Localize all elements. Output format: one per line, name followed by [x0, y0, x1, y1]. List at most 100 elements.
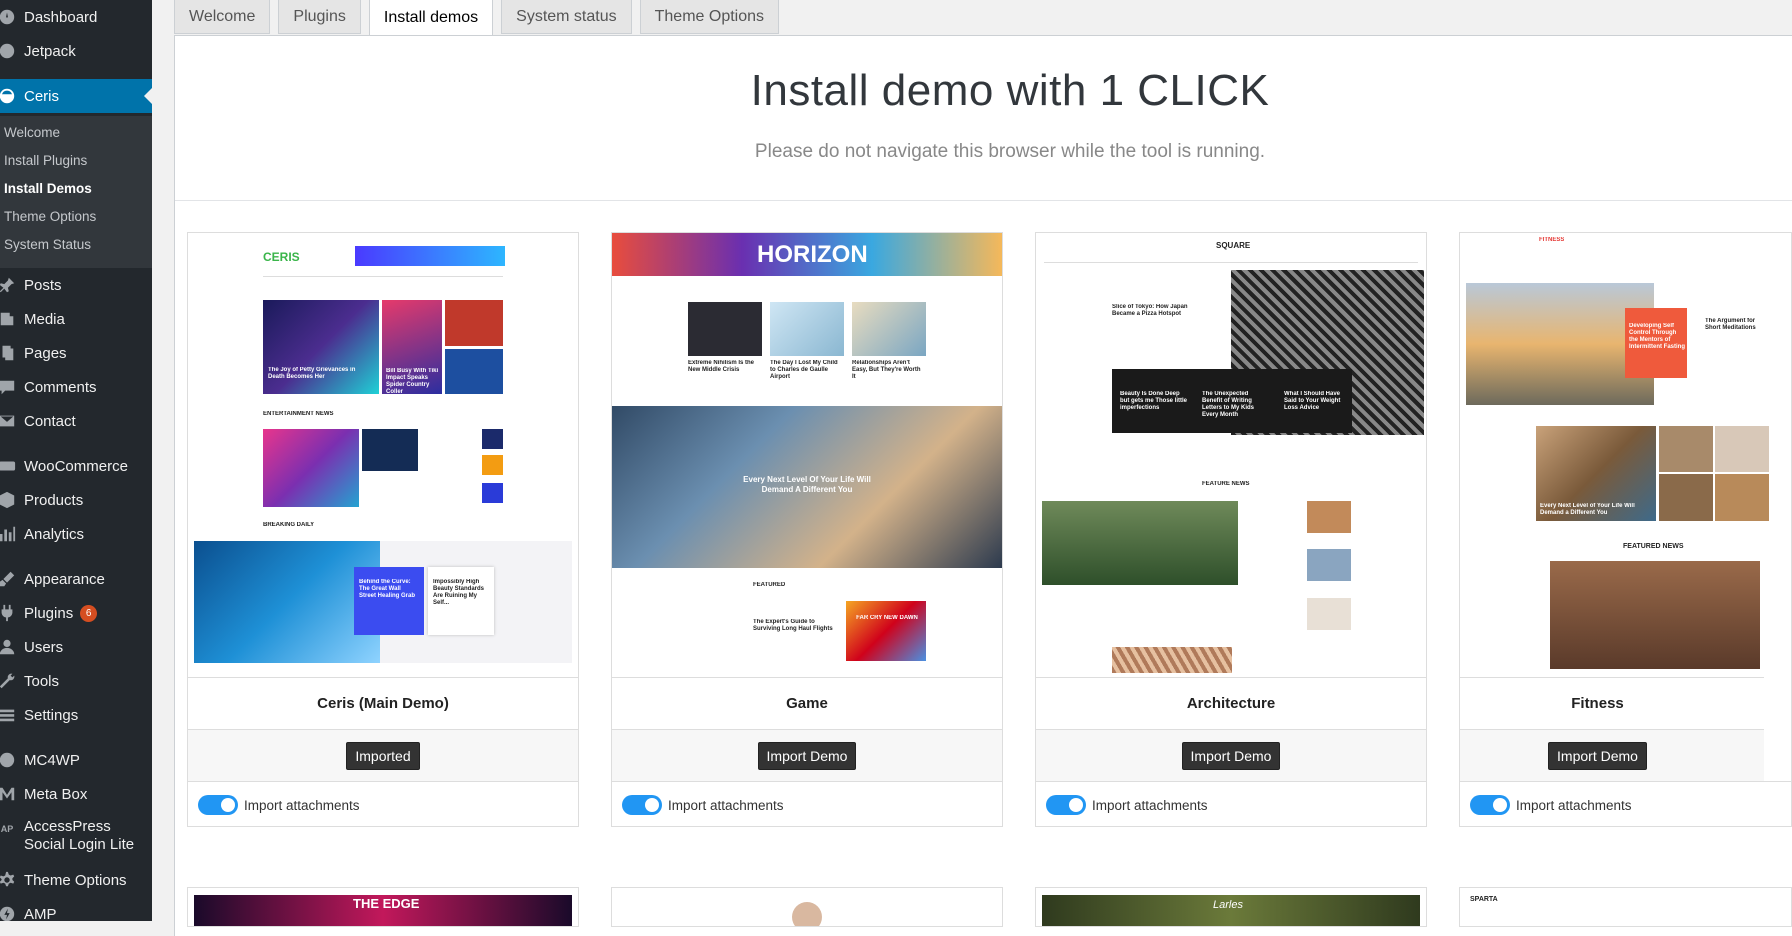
- menu-label: WooCommerce: [24, 457, 128, 475]
- menu-mc4wp[interactable]: MC4WP: [0, 743, 152, 777]
- demo-preview-fitness[interactable]: FITNESS Developing Self Control Through …: [1460, 233, 1791, 677]
- menu-label: AMP: [24, 905, 57, 922]
- menu-settings[interactable]: Settings: [0, 698, 152, 732]
- menu-amp[interactable]: AMP: [0, 897, 152, 921]
- user-icon: [0, 636, 18, 658]
- comment-icon: [0, 376, 18, 398]
- import-attachments-toggle[interactable]: [1046, 795, 1086, 815]
- menu-label: Appearance: [24, 570, 105, 588]
- menu-label: Analytics: [24, 525, 85, 543]
- menu-label: Plugins: [24, 604, 74, 622]
- menu-analytics[interactable]: Analytics: [0, 517, 152, 551]
- preview-logo: HORIZON: [757, 242, 868, 268]
- demo-name: Fitness: [1460, 677, 1764, 730]
- preview-thumb-1: [1659, 426, 1713, 472]
- menu-dashboard[interactable]: Dashboard: [0, 0, 152, 34]
- demo-card-ceris: CERIS The Joy of Petty Grievances in Dea…: [187, 232, 579, 827]
- menu-tools[interactable]: Tools: [0, 664, 152, 698]
- menu-media[interactable]: Media: [0, 302, 152, 336]
- preview-nav-line: [1044, 262, 1418, 263]
- demo-card-edge: THE EDGE: [187, 887, 579, 927]
- demo-action-row: Import Demo: [1460, 729, 1764, 782]
- import-attachments-toggle[interactable]: [1470, 795, 1510, 815]
- tab-welcome[interactable]: Welcome: [174, 0, 271, 34]
- import-demo-button[interactable]: Import Demo: [1548, 742, 1647, 770]
- preview-card-title-1: Extreme Nihilism Is the New Middle Crisi…: [688, 360, 755, 373]
- brush-icon: [0, 568, 18, 590]
- menu-theme-options[interactable]: Theme Options: [0, 863, 152, 897]
- import-attachments-toggle[interactable]: [622, 795, 662, 815]
- pin-icon: [0, 274, 18, 296]
- preview-logo: FITNESS: [1539, 237, 1565, 243]
- menu-meta-box[interactable]: Meta Box: [0, 777, 152, 811]
- demo-preview-game[interactable]: HORIZON Extreme Nihilism Is the New Midd…: [612, 233, 1002, 677]
- preview-blue-card: [354, 567, 424, 635]
- submenu-install-plugins[interactable]: Install Plugins: [4, 153, 87, 168]
- preview-avatar: [792, 902, 822, 926]
- imported-button[interactable]: Imported: [346, 742, 420, 770]
- preview-section-heading-2: BREAKING DAILY: [263, 522, 315, 528]
- demo-preview-ceris[interactable]: CERIS The Joy of Petty Grievances in Dea…: [188, 233, 578, 677]
- preview-blue-card-text: Behind the Curve: The Great Wall Street …: [359, 579, 416, 599]
- tab-plugins[interactable]: Plugins: [278, 0, 361, 34]
- preview-thumb-3: [1659, 474, 1713, 521]
- preview-section-heading: FEATURE NEWS: [1202, 481, 1250, 487]
- menu-label: Posts: [24, 276, 62, 294]
- menu-pages[interactable]: Pages: [0, 336, 152, 370]
- import-demo-button[interactable]: Import Demo: [757, 742, 857, 770]
- preview-nav-line: [263, 276, 503, 277]
- preview-card-image-1: [688, 302, 762, 356]
- menu-label: Ceris: [24, 87, 60, 105]
- menu-label: Contact: [24, 412, 76, 430]
- preview-hero-title: Slice of Tokyo: How Japan Became a Pizza…: [1112, 304, 1188, 317]
- preview-thumb-1: [1307, 501, 1351, 533]
- wrench-icon: [0, 670, 18, 692]
- import-demo-button[interactable]: Import Demo: [1181, 742, 1281, 770]
- box-icon: [0, 489, 18, 511]
- demo-preview-architecture[interactable]: SQUARE Slice of Tokyo: How Japan Became …: [1036, 233, 1426, 677]
- preview-larles-logo: Larles: [1213, 899, 1243, 911]
- preview-card-image-3: [852, 302, 926, 356]
- admin-sidebar: Dashboard Jetpack Ceris Welcome Install …: [0, 0, 152, 921]
- preview-banner: [355, 246, 505, 266]
- media-icon: [0, 308, 18, 330]
- menu-woocommerce[interactable]: WooCommerce: [0, 449, 152, 483]
- preview-thumb-2: [482, 455, 503, 475]
- menu-ceris[interactable]: Ceris: [0, 79, 152, 113]
- import-attachments-toggle[interactable]: [198, 795, 238, 815]
- preview-bridge-caption: Every Next Level of Your Life Will Deman…: [1540, 503, 1635, 516]
- menu-comments[interactable]: Comments: [0, 370, 152, 404]
- preview-hero-title: The Joy of Petty Grievances in Death Bec…: [268, 367, 356, 380]
- menu-posts[interactable]: Posts: [0, 268, 152, 302]
- mail-icon: [0, 410, 18, 432]
- tab-system-status[interactable]: System status: [501, 0, 632, 34]
- preview-swimmer-image: [194, 541, 380, 663]
- plug-icon: [0, 602, 18, 624]
- menu-label: Users: [24, 638, 64, 656]
- menu-label: MC4WP: [24, 751, 80, 769]
- menu-users[interactable]: Users: [0, 630, 152, 664]
- import-attachments-label: Import attachments: [1092, 797, 1208, 813]
- menu-contact[interactable]: Contact: [0, 404, 152, 438]
- tab-install-demos[interactable]: Install demos: [368, 0, 494, 36]
- preview-card-title-2: The Day I Lost My Child to Charles de Ga…: [770, 360, 838, 380]
- menu-jetpack[interactable]: Jetpack: [0, 34, 152, 68]
- preview-landscape-image: [1042, 501, 1238, 585]
- preview-red-card-text: Developing Self Control Through the Ment…: [1629, 323, 1685, 350]
- menu-plugins[interactable]: Plugins 6: [0, 596, 152, 630]
- menu-accesspress-social-login[interactable]: AP AccessPress Social Login Lite: [0, 814, 152, 858]
- menu-products[interactable]: Products: [0, 483, 152, 517]
- demo-card-blog: [611, 887, 1003, 927]
- menu-appearance[interactable]: Appearance: [0, 562, 152, 596]
- preview-farcry-title: FAR CRY NEW DAWN: [856, 615, 918, 621]
- submenu-install-demos[interactable]: Install Demos: [4, 181, 92, 196]
- submenu-system-status[interactable]: System Status: [4, 237, 91, 252]
- preview-thumb-1: [482, 429, 503, 449]
- menu-label: Products: [24, 491, 84, 509]
- submenu-welcome[interactable]: Welcome: [4, 125, 60, 140]
- demo-action-row: Import Demo: [612, 729, 1002, 782]
- submenu-theme-options[interactable]: Theme Options: [4, 209, 96, 224]
- demo-action-row: Import Demo: [1036, 729, 1426, 782]
- menu-label: Tools: [24, 672, 60, 690]
- tab-theme-options[interactable]: Theme Options: [639, 0, 780, 34]
